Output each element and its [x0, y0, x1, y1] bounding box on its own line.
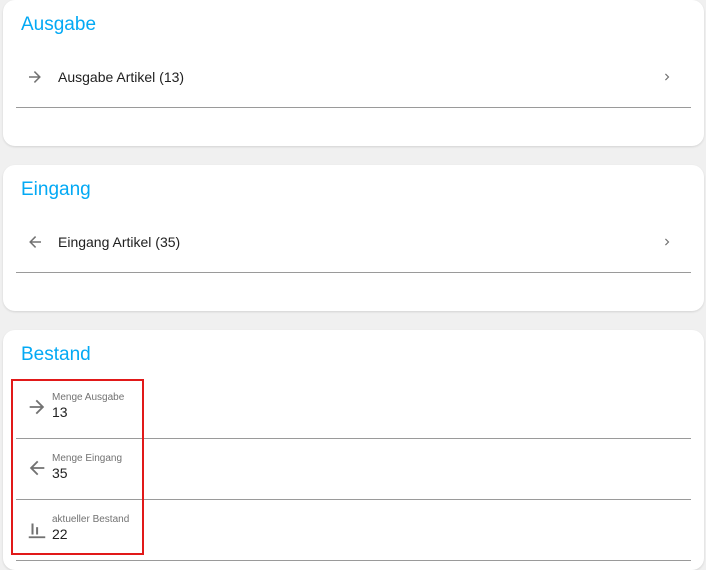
bar-chart-icon	[28, 523, 46, 539]
stat-caption: aktueller Bestand	[52, 514, 130, 525]
card-title: Ausgabe	[21, 14, 97, 35]
chevron-right-icon	[665, 238, 670, 246]
arrow-left-icon	[29, 460, 45, 476]
card-bestand: Bestand Menge Ausgabe 13 Menge Eingang 3…	[3, 330, 704, 570]
link-label: Eingang Artikel (35)	[58, 234, 181, 250]
chevron-right-icon	[665, 73, 670, 81]
stat-menge-eingang[interactable]: Menge Eingang 35	[16, 438, 691, 500]
stat-value: 13	[52, 404, 68, 420]
arrow-right-icon	[29, 399, 45, 415]
stat-menge-ausgabe[interactable]: Menge Ausgabe 13	[16, 377, 691, 439]
link-eingang-artikel[interactable]: Eingang Artikel (35)	[16, 212, 691, 273]
stat-caption: Menge Eingang	[52, 453, 123, 464]
arrow-left-icon	[29, 236, 41, 248]
card-ausgabe: Ausgabe Ausgabe Artikel (13)	[3, 0, 704, 146]
stat-value: 35	[52, 465, 68, 481]
stat-aktueller-bestand[interactable]: aktueller Bestand 22	[16, 499, 691, 561]
link-label: Ausgabe Artikel (13)	[58, 69, 185, 85]
card-eingang: Eingang Eingang Artikel (35)	[3, 165, 704, 311]
link-ausgabe-artikel[interactable]: Ausgabe Artikel (13)	[16, 47, 691, 108]
card-title: Bestand	[21, 344, 91, 365]
card-title: Eingang	[21, 179, 91, 200]
stat-caption: Menge Ausgabe	[52, 392, 125, 403]
arrow-right-icon	[29, 71, 41, 83]
stat-value: 22	[52, 526, 68, 542]
